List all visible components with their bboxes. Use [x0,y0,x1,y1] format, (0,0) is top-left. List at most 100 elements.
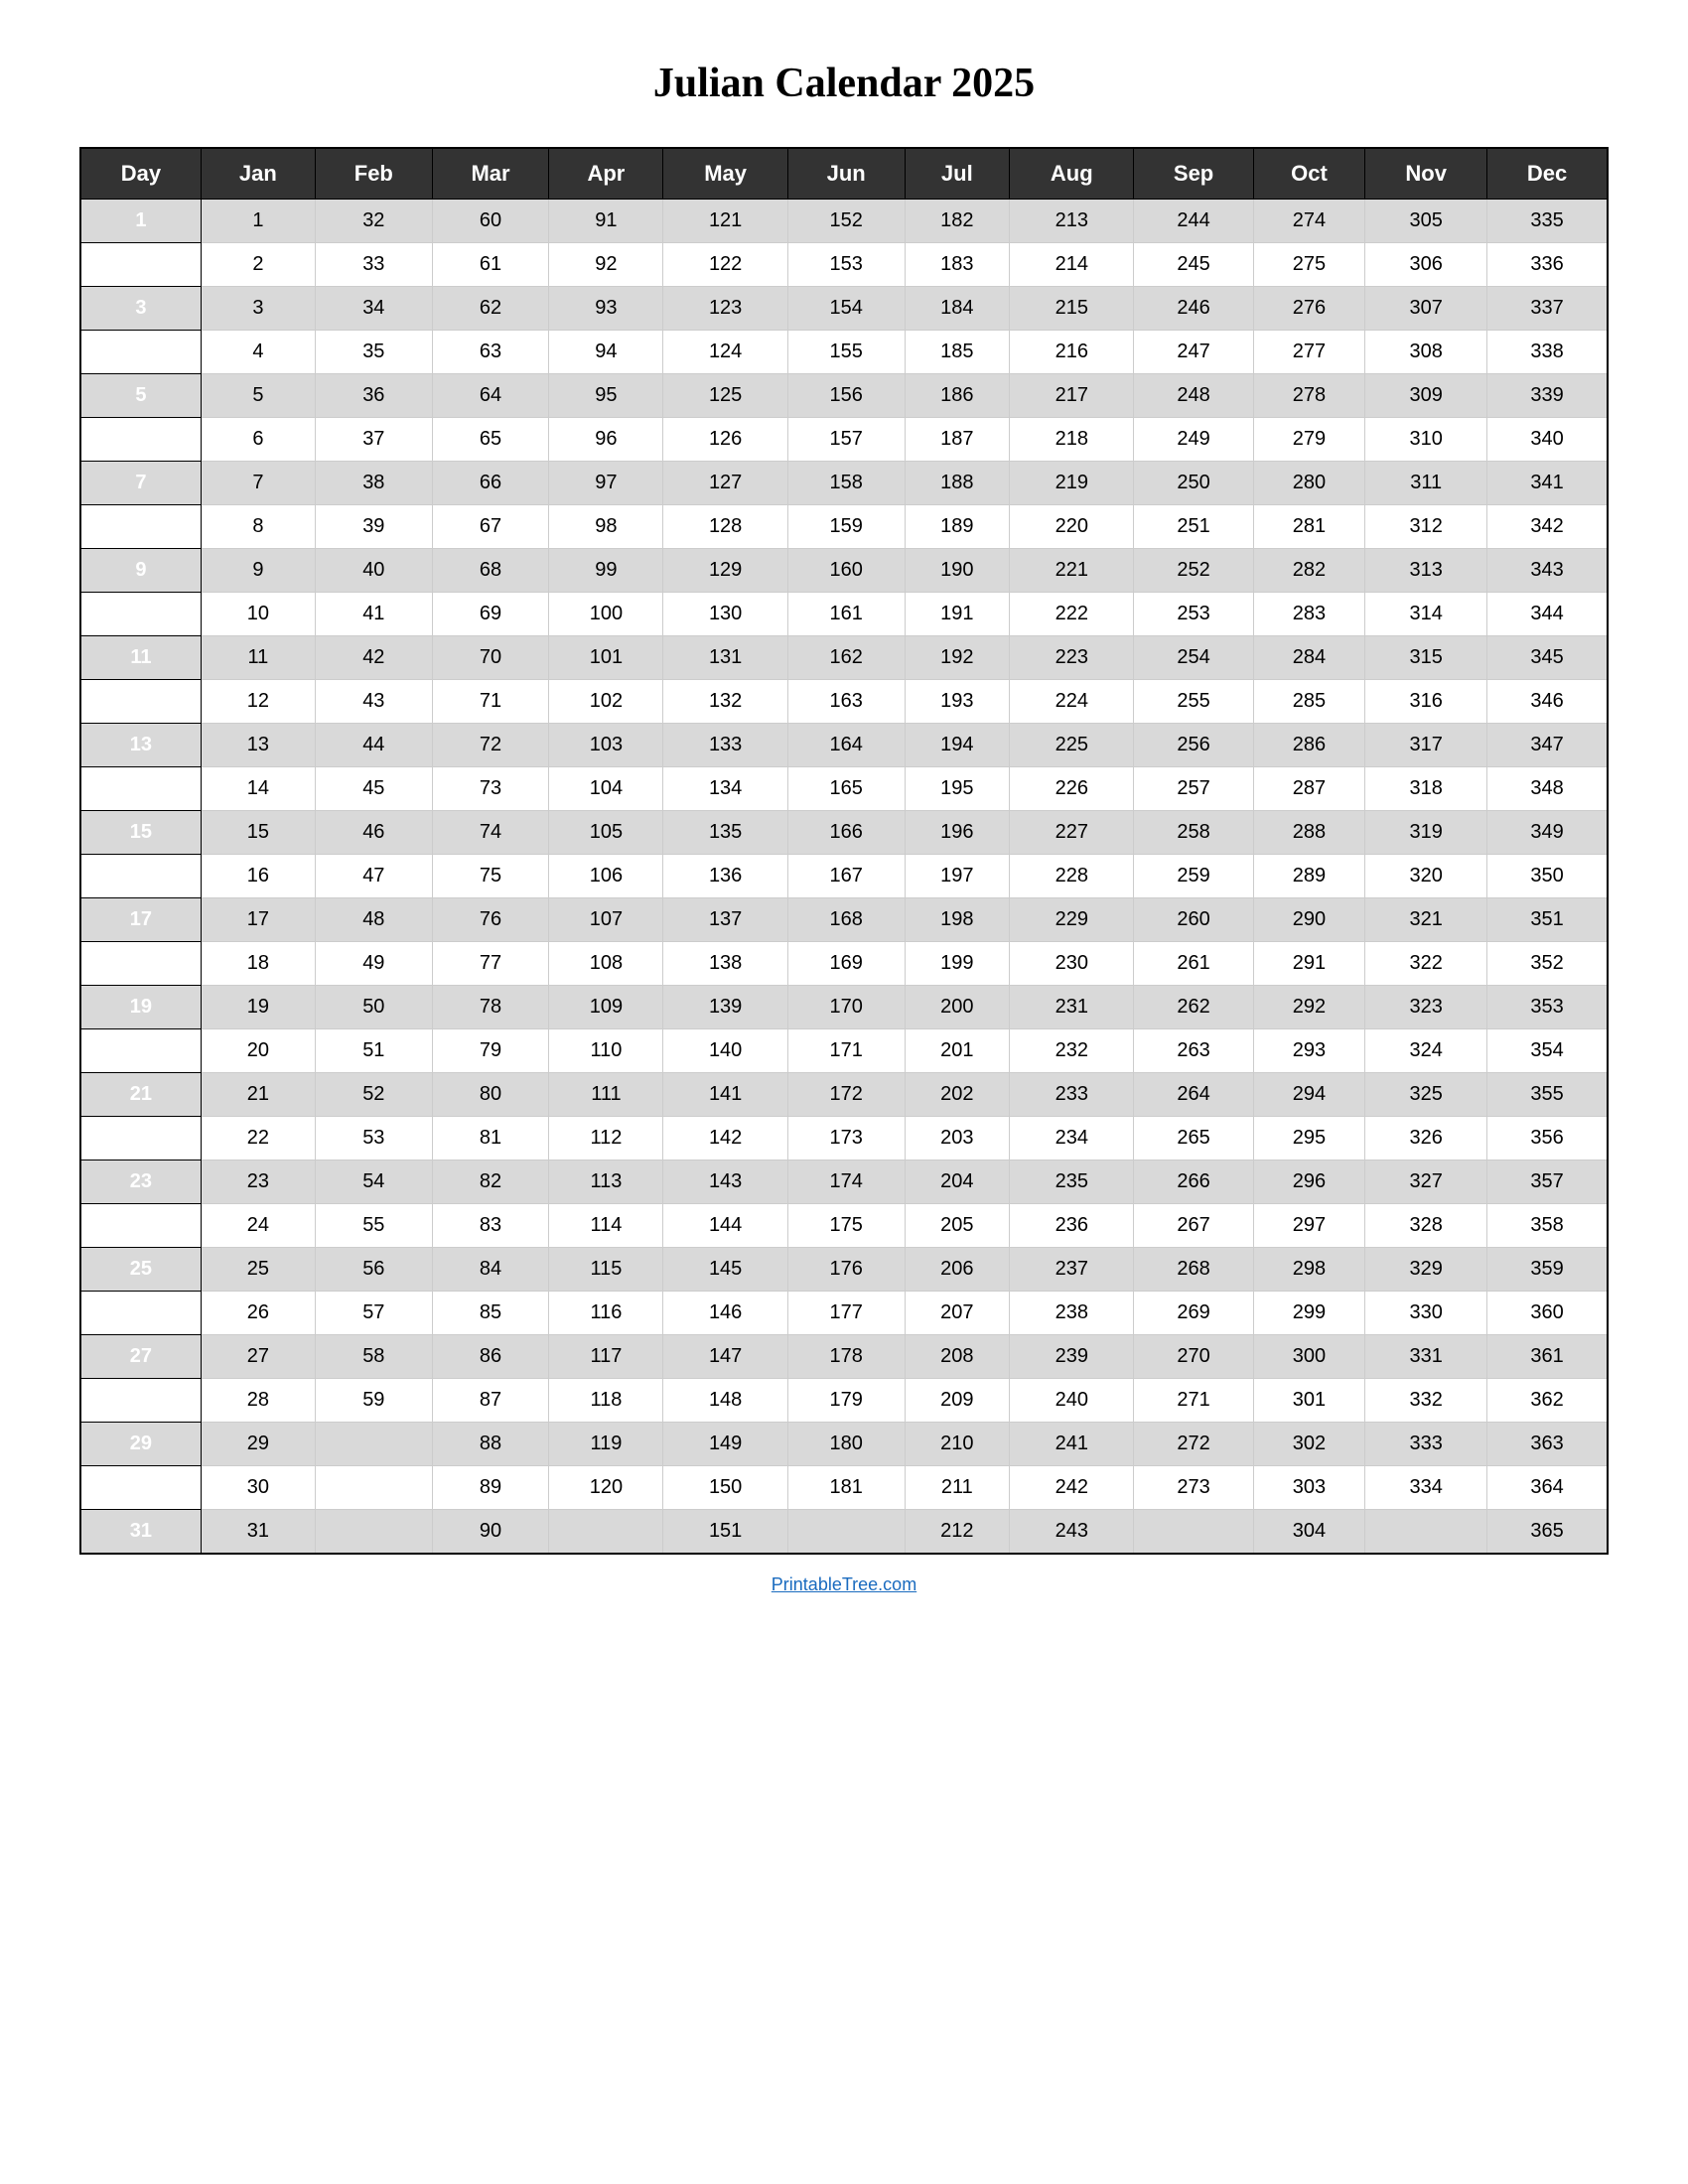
cell-aug: 230 [1010,942,1134,986]
column-header-jun: Jun [787,148,905,200]
cell-jan: 12 [201,680,315,724]
cell-apr: 109 [549,986,663,1029]
cell-may: 138 [663,942,787,986]
cell-feb: 42 [315,636,432,680]
cell-mar: 67 [432,505,549,549]
cell-jun: 168 [787,898,905,942]
cell-nov: 309 [1365,374,1487,418]
cell-sep: 258 [1134,811,1253,855]
cell-day: 22 [80,1117,201,1160]
cell-may: 132 [663,680,787,724]
cell-jun: 175 [787,1204,905,1248]
cell-feb: 46 [315,811,432,855]
column-header-may: May [663,148,787,200]
cell-day: 13 [80,724,201,767]
cell-apr: 92 [549,243,663,287]
cell-jul: 209 [905,1379,1010,1423]
cell-jan: 7 [201,462,315,505]
table-row: 13134472103133164194225256286317347 [80,724,1608,767]
cell-nov: 323 [1365,986,1487,1029]
cell-jul: 194 [905,724,1010,767]
cell-feb: 50 [315,986,432,1029]
cell-apr: 103 [549,724,663,767]
cell-apr: 113 [549,1160,663,1204]
cell-nov [1365,1510,1487,1555]
cell-mar: 86 [432,1335,549,1379]
cell-jun: 156 [787,374,905,418]
cell-day: 20 [80,1029,201,1073]
cell-aug: 226 [1010,767,1134,811]
cell-oct: 275 [1253,243,1365,287]
cell-jul: 201 [905,1029,1010,1073]
footer-link[interactable]: PrintableTree.com [772,1574,916,1595]
page-title: Julian Calendar 2025 [653,60,1035,107]
cell-jul: 205 [905,1204,1010,1248]
cell-jul: 197 [905,855,1010,898]
cell-feb: 52 [315,1073,432,1117]
cell-oct: 282 [1253,549,1365,593]
cell-mar: 76 [432,898,549,942]
cell-dec: 356 [1487,1117,1608,1160]
cell-jun: 181 [787,1466,905,1510]
cell-nov: 331 [1365,1335,1487,1379]
cell-may: 140 [663,1029,787,1073]
table-row: 66376596126157187218249279310340 [80,418,1608,462]
table-row: 55366495125156186217248278309339 [80,374,1608,418]
cell-may: 121 [663,200,787,243]
cell-dec: 355 [1487,1073,1608,1117]
cell-oct: 286 [1253,724,1365,767]
cell-nov: 316 [1365,680,1487,724]
cell-oct: 304 [1253,1510,1365,1555]
cell-may: 137 [663,898,787,942]
cell-jan: 4 [201,331,315,374]
cell-dec: 352 [1487,942,1608,986]
cell-mar: 85 [432,1292,549,1335]
cell-dec: 363 [1487,1423,1608,1466]
cell-sep: 270 [1134,1335,1253,1379]
cell-oct: 287 [1253,767,1365,811]
cell-day: 14 [80,767,201,811]
cell-mar: 69 [432,593,549,636]
table-row: 10104169100130161191222253283314344 [80,593,1608,636]
cell-dec: 337 [1487,287,1608,331]
cell-nov: 311 [1365,462,1487,505]
cell-nov: 308 [1365,331,1487,374]
cell-sep: 245 [1134,243,1253,287]
cell-may: 144 [663,1204,787,1248]
cell-feb: 57 [315,1292,432,1335]
table-row: 22336192122153183214245275306336 [80,243,1608,287]
cell-may: 133 [663,724,787,767]
cell-aug: 224 [1010,680,1134,724]
cell-aug: 229 [1010,898,1134,942]
cell-apr: 114 [549,1204,663,1248]
cell-feb: 37 [315,418,432,462]
cell-jun: 163 [787,680,905,724]
cell-apr: 118 [549,1379,663,1423]
cell-nov: 321 [1365,898,1487,942]
cell-day: 23 [80,1160,201,1204]
cell-jul: 188 [905,462,1010,505]
cell-day: 16 [80,855,201,898]
cell-feb [315,1466,432,1510]
cell-sep: 261 [1134,942,1253,986]
cell-mar: 66 [432,462,549,505]
cell-jan: 19 [201,986,315,1029]
cell-mar: 82 [432,1160,549,1204]
cell-jan: 10 [201,593,315,636]
cell-feb: 47 [315,855,432,898]
cell-jul: 206 [905,1248,1010,1292]
cell-jun: 166 [787,811,905,855]
cell-aug: 215 [1010,287,1134,331]
cell-may: 146 [663,1292,787,1335]
cell-nov: 306 [1365,243,1487,287]
cell-may: 136 [663,855,787,898]
cell-aug: 234 [1010,1117,1134,1160]
cell-jan: 17 [201,898,315,942]
cell-feb: 49 [315,942,432,986]
cell-sep: 247 [1134,331,1253,374]
cell-nov: 334 [1365,1466,1487,1510]
table-row: 99406899129160190221252282313343 [80,549,1608,593]
cell-aug: 218 [1010,418,1134,462]
cell-dec: 365 [1487,1510,1608,1555]
cell-day: 31 [80,1510,201,1555]
